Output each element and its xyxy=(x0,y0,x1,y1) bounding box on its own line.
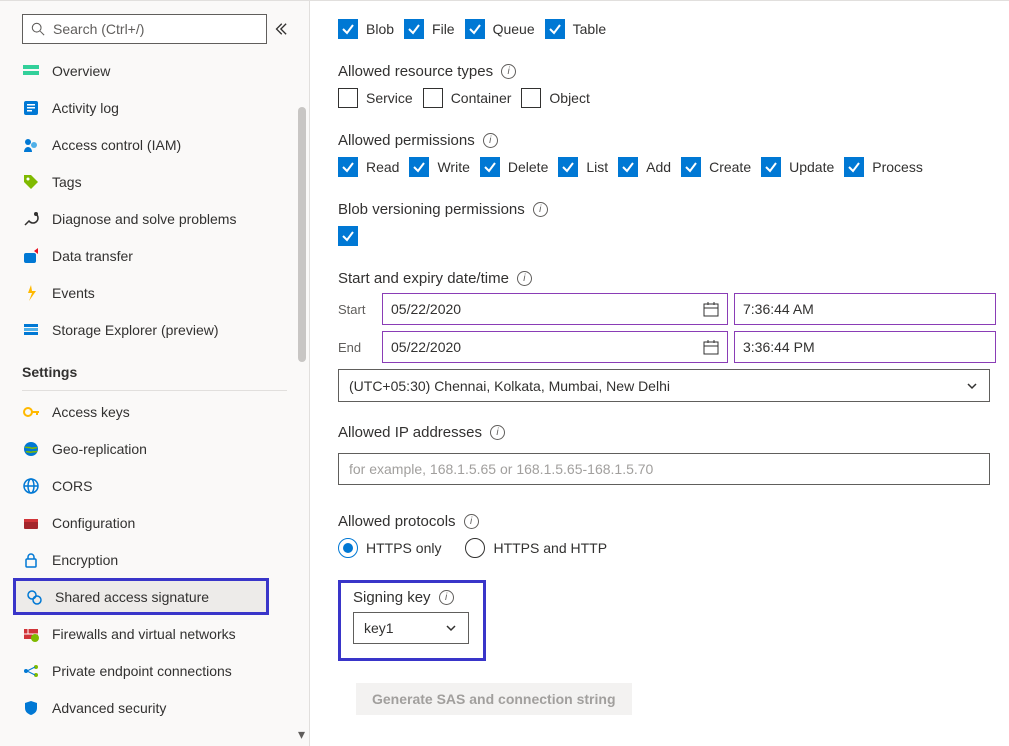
resource-types-title: Allowed resource types i xyxy=(338,63,997,80)
nav-diagnose[interactable]: Diagnose and solve problems xyxy=(0,200,309,237)
info-icon[interactable]: i xyxy=(533,202,548,217)
chevron-down-icon xyxy=(965,379,979,393)
configuration-icon xyxy=(22,514,40,532)
nav-access-keys[interactable]: Access keys xyxy=(0,393,309,430)
cb-blob[interactable]: Blob xyxy=(338,19,394,39)
blob-versioning-title: Blob versioning permissions i xyxy=(338,201,997,218)
cb-delete[interactable]: Delete xyxy=(480,157,548,177)
info-icon[interactable]: i xyxy=(464,514,479,529)
radio-https-http[interactable]: HTTPS and HTTP xyxy=(465,538,607,558)
nav-activity-log[interactable]: Activity log xyxy=(0,89,309,126)
start-date-input[interactable]: 05/22/2020 xyxy=(382,293,728,325)
info-icon[interactable]: i xyxy=(517,271,532,286)
timezone-select[interactable]: (UTC+05:30) Chennai, Kolkata, Mumbai, Ne… xyxy=(338,369,990,402)
datetime-title: Start and expiry date/time i xyxy=(338,270,997,287)
scroll-down-icon[interactable]: ▾ xyxy=(298,726,305,742)
info-icon[interactable]: i xyxy=(483,133,498,148)
nav-advanced-security[interactable]: Advanced security xyxy=(0,689,309,726)
globe-icon xyxy=(22,440,40,458)
shield-icon xyxy=(22,699,40,717)
cb-service[interactable]: Service xyxy=(338,88,413,108)
cb-process[interactable]: Process xyxy=(844,157,923,177)
nav-events[interactable]: Events xyxy=(0,274,309,311)
nav-cors[interactable]: CORS xyxy=(0,467,309,504)
nav-configuration[interactable]: Configuration xyxy=(0,504,309,541)
nav-data-transfer[interactable]: Data transfer xyxy=(0,237,309,274)
cb-file[interactable]: File xyxy=(404,19,455,39)
nav-list: Overview Activity log Access control (IA… xyxy=(0,52,309,746)
info-icon[interactable]: i xyxy=(501,64,516,79)
ip-title: Allowed IP addresses i xyxy=(338,424,997,441)
calendar-icon[interactable] xyxy=(703,301,719,317)
generate-sas-button[interactable]: Generate SAS and connection string xyxy=(356,683,632,715)
key-icon xyxy=(22,403,40,421)
lock-icon xyxy=(22,551,40,569)
signing-key-section: Signing key i key1 xyxy=(338,580,486,661)
nav-geo-replication[interactable]: Geo-replication xyxy=(0,430,309,467)
events-icon xyxy=(22,284,40,302)
search-icon xyxy=(31,22,45,36)
access-control-icon xyxy=(22,136,40,154)
firewall-icon xyxy=(22,625,40,643)
sidebar: Overview Activity log Access control (IA… xyxy=(0,1,310,746)
cb-create[interactable]: Create xyxy=(681,157,751,177)
radio-https-only[interactable]: HTTPS only xyxy=(338,538,441,558)
cb-queue[interactable]: Queue xyxy=(465,19,535,39)
signing-key-select[interactable]: key1 xyxy=(353,612,469,644)
end-label: End xyxy=(338,331,376,363)
sas-icon xyxy=(25,588,43,606)
data-transfer-icon xyxy=(22,247,40,265)
search-input[interactable] xyxy=(51,20,258,38)
permissions-title: Allowed permissions i xyxy=(338,132,997,149)
cb-write[interactable]: Write xyxy=(409,157,469,177)
info-icon[interactable]: i xyxy=(439,590,454,605)
resource-types-row: Service Container Object xyxy=(338,88,997,108)
blob-versioning-row xyxy=(338,226,997,246)
services-row: Blob File Queue Table xyxy=(338,19,997,39)
nav-tags[interactable]: Tags xyxy=(0,163,309,200)
activity-log-icon xyxy=(22,99,40,117)
cb-read[interactable]: Read xyxy=(338,157,399,177)
info-icon[interactable]: i xyxy=(490,425,505,440)
settings-group-header: Settings xyxy=(0,348,309,386)
nav-overview[interactable]: Overview xyxy=(0,52,309,89)
permissions-row: Read Write Delete List Add Create Update… xyxy=(338,157,997,177)
cors-icon xyxy=(22,477,40,495)
nav-private-endpoint[interactable]: Private endpoint connections xyxy=(0,652,309,689)
scrollbar-thumb[interactable] xyxy=(298,107,306,362)
start-time-input[interactable]: 7:36:44 AM xyxy=(734,293,996,325)
end-date-input[interactable]: 05/22/2020 xyxy=(382,331,728,363)
nav-access-control[interactable]: Access control (IAM) xyxy=(0,126,309,163)
signing-key-title: Signing key xyxy=(353,589,431,606)
nav-shared-access-signature[interactable]: Shared access signature xyxy=(13,578,269,615)
cb-add[interactable]: Add xyxy=(618,157,671,177)
cb-list[interactable]: List xyxy=(558,157,608,177)
overview-icon xyxy=(22,62,40,80)
protocols-title: Allowed protocols i xyxy=(338,513,997,530)
search-box[interactable] xyxy=(22,14,267,44)
endpoint-icon xyxy=(22,662,40,680)
tags-icon xyxy=(22,173,40,191)
cb-table[interactable]: Table xyxy=(545,19,606,39)
nav-encryption[interactable]: Encryption xyxy=(0,541,309,578)
cb-object[interactable]: Object xyxy=(521,88,589,108)
chevron-down-icon xyxy=(444,621,458,635)
collapse-sidebar-button[interactable] xyxy=(267,22,293,36)
calendar-icon[interactable] xyxy=(703,339,719,355)
nav-firewalls[interactable]: Firewalls and virtual networks xyxy=(0,615,309,652)
ip-input[interactable] xyxy=(338,453,990,485)
cb-update[interactable]: Update xyxy=(761,157,834,177)
cb-container[interactable]: Container xyxy=(423,88,512,108)
end-time-input[interactable]: 3:36:44 PM xyxy=(734,331,996,363)
start-label: Start xyxy=(338,293,376,325)
settings-divider xyxy=(22,390,287,391)
diagnose-icon xyxy=(22,210,40,228)
content-pane: Blob File Queue Table Allowed resource t… xyxy=(310,1,1009,746)
storage-explorer-icon xyxy=(22,321,40,339)
cb-blob-versioning[interactable] xyxy=(338,226,366,246)
nav-storage-explorer[interactable]: Storage Explorer (preview) xyxy=(0,311,309,348)
